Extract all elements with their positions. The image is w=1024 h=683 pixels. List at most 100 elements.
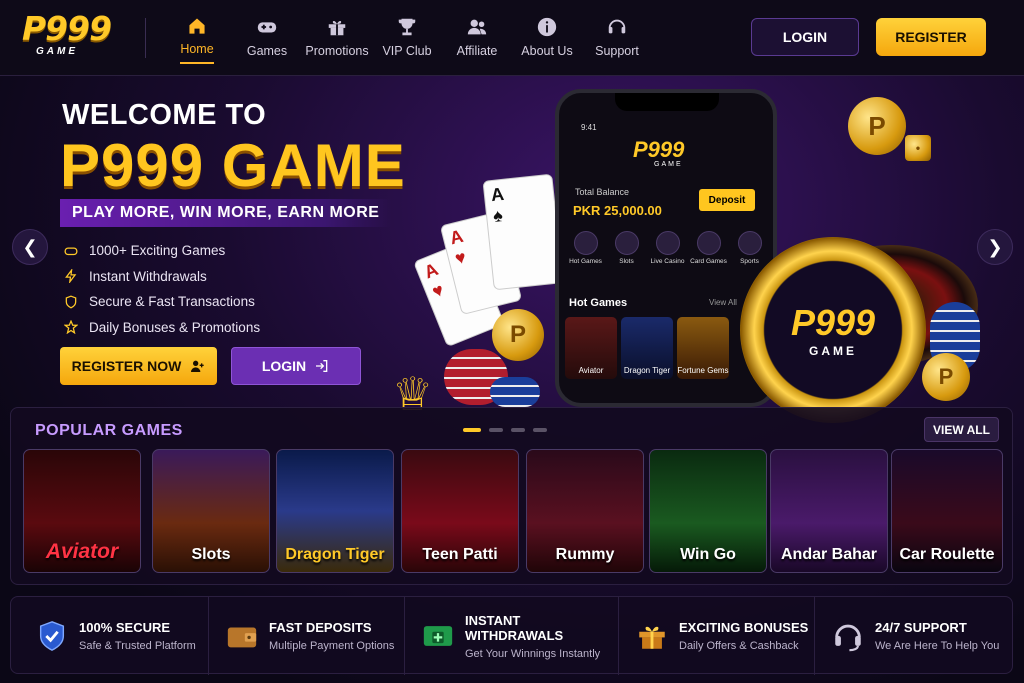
category-card-games[interactable]: Card Games (688, 231, 729, 265)
feature-item: Secure & Fast Transactions (64, 289, 260, 315)
feature-text: Daily Bonuses & Promotions (89, 319, 261, 335)
nav-about-us[interactable]: About Us (512, 16, 582, 64)
category-slots[interactable]: Slots (606, 231, 647, 265)
nav-vip-club[interactable]: VIP Club (372, 16, 442, 64)
perk-subtitle: We Are Here To Help You (875, 640, 1000, 652)
game-card-andar-bahar[interactable]: Andar Bahar (770, 449, 888, 573)
nav-home[interactable]: Home (162, 16, 232, 64)
game-title: Win Go (680, 546, 736, 563)
hero-login-button[interactable]: LOGIN (231, 347, 361, 385)
bolt-icon (65, 269, 77, 284)
chip-logo-sub: GAME (809, 344, 857, 358)
info-icon (537, 17, 557, 37)
phone-time: 9:41 (581, 123, 597, 132)
main-nav: Home Games Promotions VIP Club Affiliate… (162, 16, 652, 64)
feature-item: 1000+ Exciting Games (64, 238, 260, 264)
hero-title: P999 GAME (60, 132, 406, 199)
game-title: Dragon Tiger (285, 546, 385, 563)
phone-categories: Hot Games Slots Live Casino Card Games S… (565, 231, 770, 265)
shield-icon (65, 295, 77, 309)
register-now-label: REGISTER NOW (71, 358, 182, 374)
gamepad-icon (257, 22, 277, 33)
perk-title: 24/7 SUPPORT (875, 620, 967, 635)
trophy-icon (398, 18, 416, 36)
category-hot-games[interactable]: Hot Games (565, 231, 606, 265)
game-card-slots[interactable]: Slots (152, 449, 270, 573)
carousel-dot[interactable] (533, 428, 547, 432)
register-now-button[interactable]: REGISTER NOW (60, 347, 217, 385)
users-icon (467, 19, 487, 35)
category-label: Card Games (690, 258, 727, 265)
logo[interactable]: P999 GAME (22, 12, 132, 62)
phone-game-tiles: Aviator Dragon Tiger Fortune Gems (565, 317, 729, 379)
feature-list: 1000+ Exciting Games Instant Withdrawals… (64, 238, 260, 340)
nav-promotions[interactable]: Promotions (302, 16, 372, 64)
nav-label: Promotions (305, 44, 369, 58)
top-header: P999 GAME Home Games Promotions VIP Club (0, 0, 1024, 76)
perk-bonuses: EXCITING BONUSES Daily Offers & Cashback (619, 597, 815, 675)
phone-tile[interactable]: Aviator (565, 317, 617, 379)
add-user-icon (191, 360, 204, 372)
star-icon (64, 320, 78, 335)
logo-main: P999 (22, 9, 112, 48)
gift-icon (328, 21, 346, 36)
perk-title: EXCITING BONUSES (679, 620, 809, 635)
phone-logo-sub: GAME (654, 161, 683, 168)
carousel-dot[interactable] (489, 428, 503, 432)
headset-icon (608, 19, 626, 34)
popular-games-title: POPULAR GAMES (35, 422, 183, 439)
nav-games[interactable]: Games (232, 16, 302, 64)
game-card-aviator[interactable]: Aviator (23, 449, 141, 573)
register-button[interactable]: REGISTER (876, 18, 986, 56)
login-button[interactable]: LOGIN (751, 18, 859, 56)
hero-login-label: LOGIN (261, 358, 307, 374)
feature-text: Instant Withdrawals (89, 268, 207, 284)
carousel-dot[interactable] (463, 428, 481, 432)
p999-chip-image: P999 GAME (740, 237, 926, 423)
perk-support: 24/7 SUPPORT We Are Here To Help You (815, 597, 1012, 675)
feature-item: Instant Withdrawals (64, 264, 260, 290)
game-card-rummy[interactable]: Rummy (526, 449, 644, 573)
game-title: Car Roulette (899, 546, 995, 563)
gamepad-icon (64, 247, 78, 255)
nav-affiliate[interactable]: Affiliate (442, 16, 512, 64)
nav-label: Support (595, 44, 639, 58)
game-card-win-go[interactable]: Win Go (649, 449, 767, 573)
balance-value: PKR 25,000.00 (573, 203, 662, 218)
carousel-prev-button[interactable]: ❮ (12, 229, 48, 265)
view-all-button[interactable]: VIEW ALL (924, 417, 999, 442)
carousel-dot[interactable] (511, 428, 525, 432)
game-card-teen-patti[interactable]: Teen Patti (401, 449, 519, 573)
category-label: Live Casino (650, 258, 685, 265)
phone-tile[interactable]: Dragon Tiger (621, 317, 673, 379)
game-title: Aviator (45, 540, 119, 563)
category-label: Slots (619, 258, 634, 265)
hero-welcome: WELCOME TO (62, 99, 267, 131)
coin-image: P (492, 309, 544, 361)
phone-tile[interactable]: Fortune Gems (677, 317, 729, 379)
perk-subtitle: Daily Offers & Cashback (679, 640, 799, 652)
perk-deposits: FAST DEPOSITS Multiple Payment Options (209, 597, 405, 675)
category-sports[interactable]: Sports (729, 231, 770, 265)
playing-card-image: A ♠ (482, 173, 564, 291)
nav-label: About Us (521, 44, 573, 58)
cash-icon (423, 626, 453, 646)
nav-support[interactable]: Support (582, 16, 652, 64)
game-card-dragon-tiger[interactable]: Dragon Tiger (276, 449, 394, 573)
phone-view-all[interactable]: View All (709, 298, 737, 307)
popular-games-section: POPULAR GAMES VIEW ALL Aviator Slots Dra… (10, 407, 1013, 585)
feature-text: 1000+ Exciting Games (89, 243, 226, 259)
chip-stack-image (490, 377, 540, 407)
chevron-left-icon: ❮ (22, 236, 38, 257)
category-live-casino[interactable]: Live Casino (647, 231, 688, 265)
shield-icon (39, 621, 65, 651)
perk-subtitle: Safe & Trusted Platform (79, 640, 196, 652)
login-icon (316, 360, 328, 372)
carousel-next-button[interactable]: ❯ (977, 229, 1013, 265)
game-card-car-roulette[interactable]: Car Roulette (891, 449, 1003, 573)
hero-banner: ❮ ❯ WELCOME TO P999 GAME PLAY MORE, WIN … (0, 77, 1024, 423)
coin-image: P (848, 97, 906, 155)
category-label: Sports (740, 258, 759, 265)
ball-icon (737, 231, 762, 255)
deposit-button[interactable]: Deposit (699, 189, 755, 211)
